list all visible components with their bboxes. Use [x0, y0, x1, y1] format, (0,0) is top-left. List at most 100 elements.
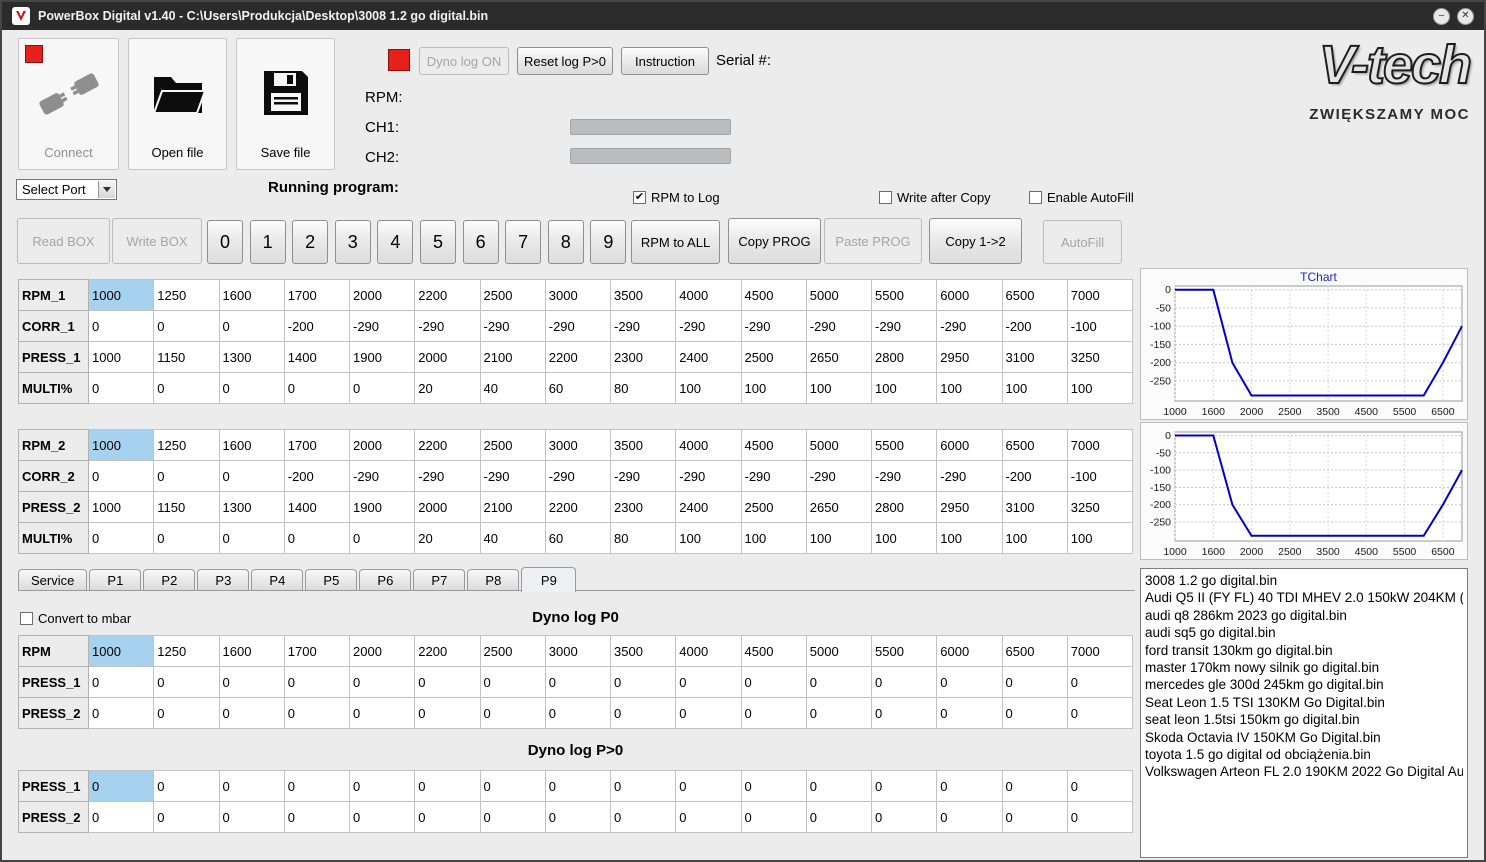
table-cell[interactable]: 0 [348, 801, 416, 833]
table-cell[interactable]: 100 [675, 522, 742, 554]
table-cell[interactable]: 1400 [283, 341, 351, 373]
table-cell[interactable]: 5500 [870, 279, 938, 311]
digit-button-0[interactable]: 0 [207, 220, 243, 264]
table-cell[interactable]: 0 [1001, 770, 1068, 802]
table-cell[interactable]: 0 [283, 666, 351, 698]
table-cell[interactable]: 3500 [609, 279, 677, 311]
table-cell[interactable]: 2500 [479, 279, 546, 311]
table-cell[interactable]: 100 [870, 372, 938, 404]
table-cell[interactable]: 0 [1001, 666, 1068, 698]
table-cell[interactable]: 2800 [870, 491, 938, 523]
table-cell[interactable]: 7000 [1066, 429, 1134, 461]
table-cell[interactable]: 0 [414, 770, 481, 802]
connect-button[interactable]: Connect [18, 38, 119, 170]
table-cell[interactable]: 1300 [218, 491, 285, 523]
table-cell[interactable]: 0 [218, 666, 285, 698]
tab-p3[interactable]: P3 [197, 569, 250, 591]
table-cell[interactable]: 0 [544, 801, 612, 833]
table-cell[interactable]: 2500 [740, 341, 807, 373]
table-cell[interactable]: 2300 [609, 491, 677, 523]
table-cell[interactable]: 2000 [414, 341, 481, 373]
table-cell[interactable]: 2200 [414, 429, 481, 461]
table-cell[interactable]: 1600 [218, 635, 285, 667]
table-cell[interactable]: 6500 [1001, 635, 1068, 667]
table-cell[interactable]: -290 [936, 310, 1003, 342]
table-cell[interactable]: 0 [936, 697, 1003, 729]
table-cell[interactable]: 2200 [544, 341, 612, 373]
table-cell[interactable]: 0 [1066, 801, 1134, 833]
table-cell[interactable]: 0 [870, 801, 938, 833]
table-cell[interactable]: 5000 [805, 429, 873, 461]
table-cell[interactable]: 60 [544, 372, 612, 404]
table-cell[interactable]: 6500 [1001, 429, 1068, 461]
close-button[interactable]: ✕ [1457, 7, 1474, 25]
table-cell[interactable]: 4000 [675, 279, 742, 311]
table-cell[interactable]: 1600 [218, 429, 285, 461]
table-cell[interactable]: 0 [87, 372, 155, 404]
table-cell[interactable]: 3100 [1001, 491, 1068, 523]
table-cell[interactable]: 0 [153, 522, 220, 554]
digit-button-1[interactable]: 1 [249, 220, 286, 264]
table-cell[interactable]: 0 [218, 372, 285, 404]
table-cell[interactable]: 4000 [675, 635, 742, 667]
table-cell[interactable]: 0 [87, 522, 155, 554]
tab-p2[interactable]: P2 [143, 569, 196, 591]
table-cell[interactable]: 0 [283, 522, 351, 554]
minimize-button[interactable]: – [1433, 7, 1450, 25]
table-cell[interactable]: 40 [479, 372, 546, 404]
table-cell[interactable]: 3000 [544, 635, 612, 667]
table-cell[interactable]: -290 [675, 460, 742, 492]
table-cell[interactable]: -290 [805, 310, 873, 342]
table-cell[interactable]: 1700 [283, 429, 351, 461]
table-cell[interactable]: 0 [87, 770, 155, 802]
instruction-button[interactable]: Instruction [621, 47, 709, 75]
table-cell[interactable]: 1150 [153, 491, 220, 523]
table-cell[interactable]: 0 [1066, 697, 1134, 729]
digit-button-9[interactable]: 9 [590, 220, 627, 264]
file-list-item[interactable]: 3008 1.2 go digital.bin [1145, 572, 1463, 589]
table-cell[interactable]: -290 [936, 460, 1003, 492]
select-port-dropdown[interactable]: Select Port [16, 179, 117, 200]
table-cell[interactable]: 0 [1066, 770, 1134, 802]
table-cell[interactable]: 0 [479, 697, 546, 729]
table-cell[interactable]: 100 [936, 522, 1003, 554]
table-cell[interactable]: 0 [218, 460, 285, 492]
file-list-item[interactable]: Seat Leon 1.5 TSI 130KM Go Digital.bin [1145, 694, 1463, 711]
table-cell[interactable]: 20 [414, 522, 481, 554]
file-list-item[interactable]: mercedes gle 300d 245km go digital.bin [1145, 676, 1463, 693]
read-box-button[interactable]: Read BOX [17, 218, 110, 264]
table-cell[interactable]: 0 [283, 372, 351, 404]
file-list-item[interactable]: toyota 1.5 go digital od obciążenia.bin [1145, 746, 1463, 763]
paste-prog-button[interactable]: Paste PROG [824, 218, 922, 264]
table-cell[interactable]: 0 [675, 697, 742, 729]
table-cell[interactable]: 0 [870, 697, 938, 729]
table-cell[interactable]: -290 [805, 460, 873, 492]
table-cell[interactable]: 80 [609, 522, 677, 554]
table-cell[interactable]: 0 [740, 801, 807, 833]
digit-button-4[interactable]: 4 [377, 220, 414, 264]
table-cell[interactable]: 0 [218, 801, 285, 833]
table-cell[interactable]: 6000 [936, 635, 1003, 667]
table-cell[interactable]: 0 [479, 801, 546, 833]
table-cell[interactable]: 0 [740, 666, 807, 698]
table-cell[interactable]: 5000 [805, 635, 873, 667]
table-cell[interactable]: 0 [805, 770, 873, 802]
table-cell[interactable]: 0 [609, 666, 677, 698]
table-cell[interactable]: 100 [1066, 372, 1134, 404]
table-cell[interactable]: 0 [414, 666, 481, 698]
digit-button-6[interactable]: 6 [462, 220, 499, 264]
table-cell[interactable]: 2000 [348, 279, 416, 311]
table-cell[interactable]: 40 [479, 522, 546, 554]
file-list-item[interactable]: audi sq5 go digital.bin [1145, 624, 1463, 641]
digit-button-3[interactable]: 3 [334, 220, 371, 264]
tab-p7[interactable]: P7 [413, 569, 466, 591]
table-cell[interactable]: 100 [675, 372, 742, 404]
table-cell[interactable]: 0 [805, 666, 873, 698]
table-cell[interactable]: 3250 [1066, 491, 1134, 523]
table-cell[interactable]: 0 [87, 697, 155, 729]
digit-button-7[interactable]: 7 [505, 220, 542, 264]
open-file-button[interactable]: Open file [128, 38, 227, 170]
table-cell[interactable]: 0 [283, 770, 351, 802]
table-cell[interactable]: 0 [1066, 666, 1134, 698]
table-cell[interactable]: -290 [348, 310, 416, 342]
